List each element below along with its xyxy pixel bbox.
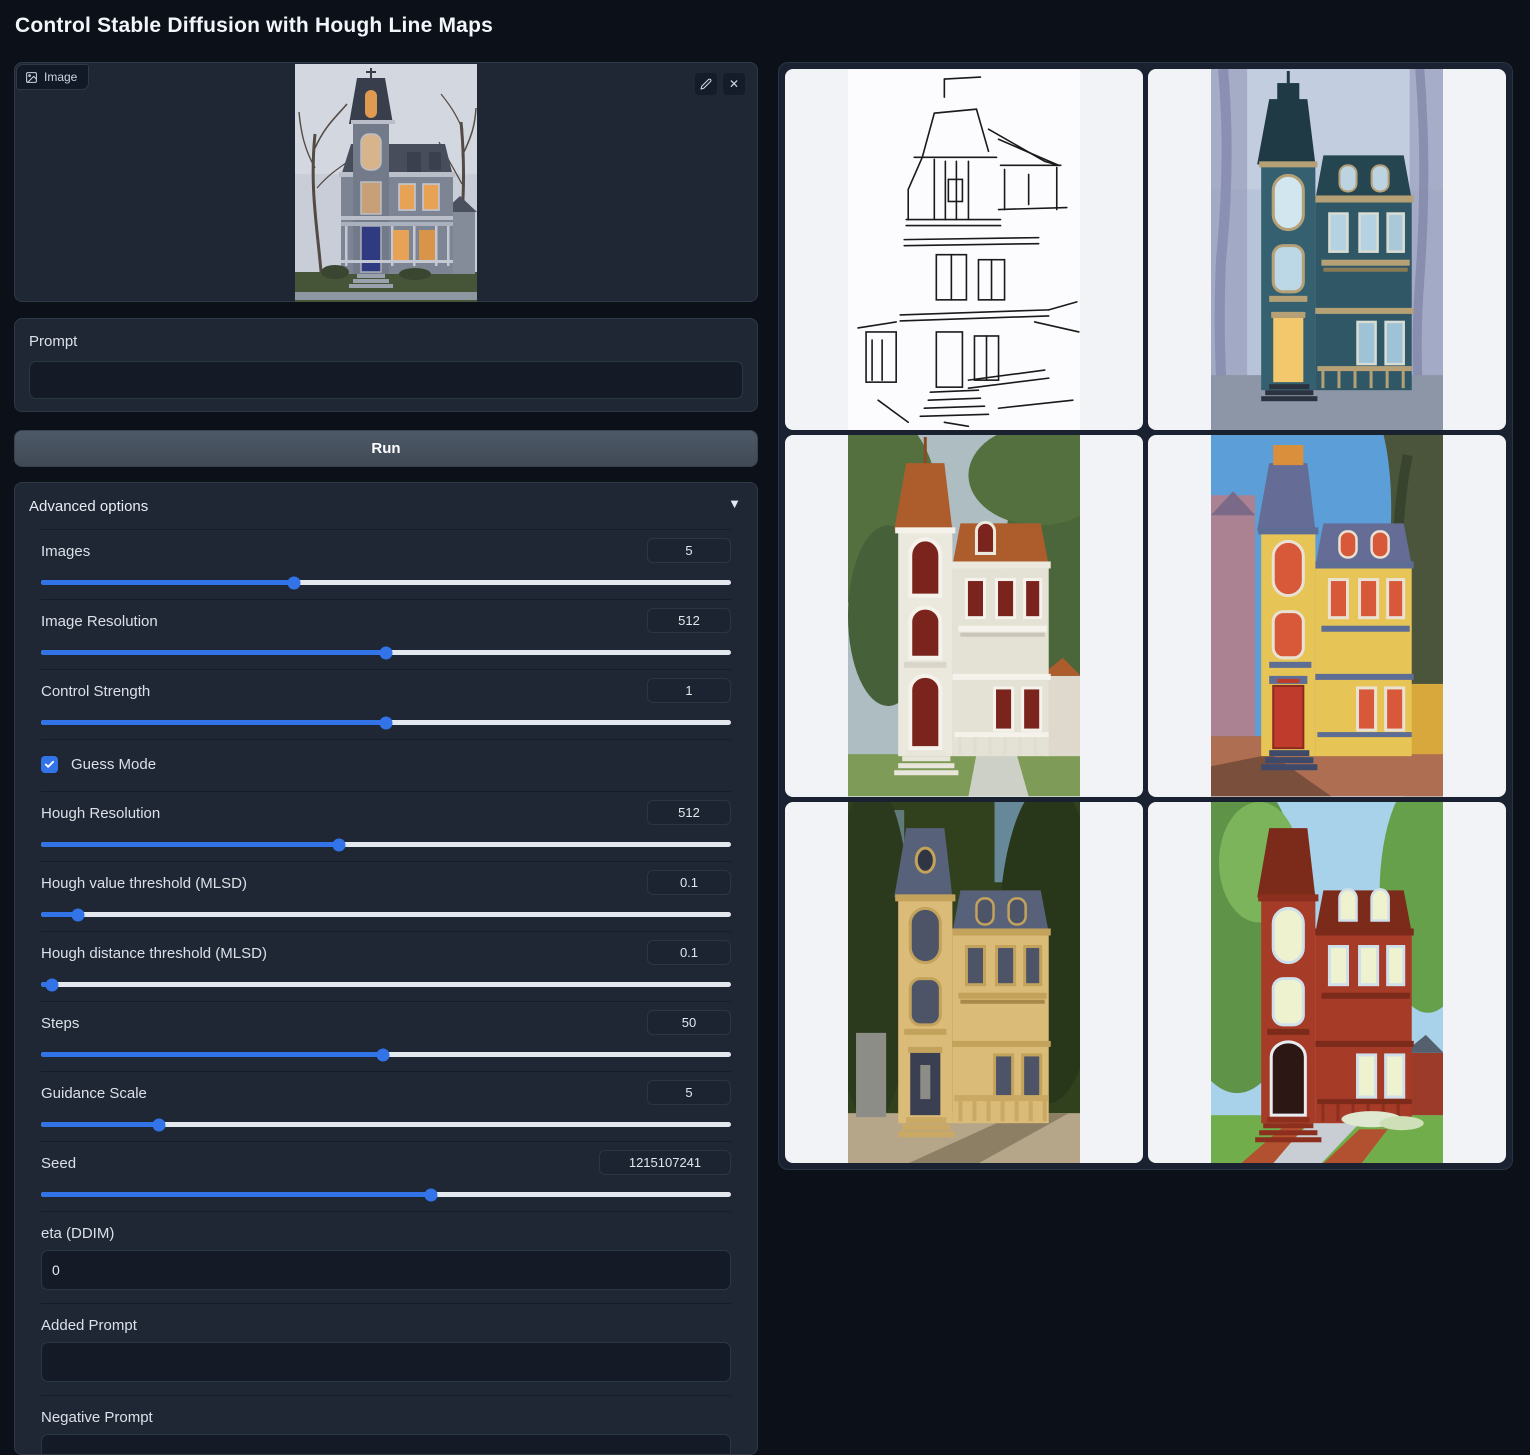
slider-guidance-scale: Guidance Scale 5: [41, 1071, 731, 1141]
slider-track[interactable]: [41, 842, 731, 847]
run-button[interactable]: Run: [14, 430, 758, 467]
guess-mode-row: Guess Mode: [41, 739, 731, 791]
slider-handle[interactable]: [380, 646, 393, 659]
slider-images: Images 5: [41, 529, 731, 599]
slider-track[interactable]: [41, 982, 731, 987]
slider-track[interactable]: [41, 650, 731, 655]
slider-label: Guidance Scale: [41, 1085, 147, 1102]
input-image-photo: [295, 64, 477, 302]
slider-track[interactable]: [41, 1122, 731, 1127]
negative-prompt-input[interactable]: [41, 1434, 731, 1455]
triangle-down-icon: ▼: [728, 496, 741, 511]
slider-label: Control Strength: [41, 683, 150, 700]
slider-handle[interactable]: [152, 1118, 165, 1131]
slider-handle[interactable]: [424, 1188, 437, 1201]
generated-image-golden-house: [848, 802, 1081, 1163]
gallery-item-generated-4[interactable]: [785, 802, 1143, 1163]
slider-image-resolution: Image Resolution 512: [41, 599, 731, 669]
slider-track[interactable]: [41, 912, 731, 917]
advanced-options-panel: Advanced options ▼ Images 5 Image Resolu…: [14, 482, 758, 1455]
slider-handle[interactable]: [288, 576, 301, 589]
generated-image-yellow-house: [1211, 435, 1444, 796]
slider-steps: Steps 50: [41, 1001, 731, 1071]
prompt-label: Prompt: [29, 333, 77, 350]
slider-label: Images: [41, 543, 90, 560]
added-prompt-row: Added Prompt: [41, 1303, 731, 1395]
gallery-item-hough-line-map[interactable]: [785, 69, 1143, 430]
slider-hough-distance-threshold: Hough distance threshold (MLSD) 0.1: [41, 931, 731, 1001]
slider-value-input[interactable]: 1: [647, 678, 731, 703]
slider-track[interactable]: [41, 1052, 731, 1057]
advanced-options-header[interactable]: Advanced options ▼: [15, 483, 757, 529]
clear-image-button[interactable]: ✕: [723, 73, 745, 95]
prompt-input[interactable]: [29, 361, 743, 399]
slider-label: Hough distance threshold (MLSD): [41, 945, 267, 962]
slider-label: Seed: [41, 1155, 76, 1172]
eta-input[interactable]: [41, 1250, 731, 1290]
negative-prompt-label: Negative Prompt: [41, 1409, 153, 1426]
gallery-item-generated-1[interactable]: [1148, 69, 1506, 430]
slider-label: Hough Resolution: [41, 805, 160, 822]
checkmark-icon: [44, 759, 55, 770]
image-icon: [25, 71, 38, 84]
slider-handle[interactable]: [380, 716, 393, 729]
added-prompt-input[interactable]: [41, 1342, 731, 1382]
slider-value-input[interactable]: 5: [647, 1080, 731, 1105]
hough-line-map-image: [848, 69, 1081, 430]
gallery-item-generated-2[interactable]: [785, 435, 1143, 796]
slider-seed: Seed 1215107241: [41, 1141, 731, 1211]
slider-track[interactable]: [41, 1192, 731, 1197]
guess-mode-checkbox[interactable]: [41, 756, 58, 773]
slider-track[interactable]: [41, 580, 731, 585]
slider-handle[interactable]: [72, 908, 85, 921]
slider-value-input[interactable]: 0.1: [647, 870, 731, 895]
slider-value-input[interactable]: 512: [647, 800, 731, 825]
slider-label: Image Resolution: [41, 613, 158, 630]
output-gallery: [778, 62, 1513, 1170]
slider-label: Hough value threshold (MLSD): [41, 875, 247, 892]
slider-handle[interactable]: [377, 1048, 390, 1061]
advanced-options-title: Advanced options: [29, 498, 148, 515]
image-input-panel: Image ✕: [14, 62, 758, 302]
negative-prompt-row: Negative Prompt: [41, 1395, 731, 1455]
slider-value-input[interactable]: 5: [647, 538, 731, 563]
slider-label: Steps: [41, 1015, 79, 1032]
edit-image-button[interactable]: [695, 73, 717, 95]
slider-value-input[interactable]: 512: [647, 608, 731, 633]
image-input-label-text: Image: [44, 70, 77, 84]
gallery-item-generated-5[interactable]: [1148, 802, 1506, 1163]
slider-hough-value-threshold: Hough value threshold (MLSD) 0.1: [41, 861, 731, 931]
generated-image-red-house: [1211, 802, 1444, 1163]
slider-hough-resolution: Hough Resolution 512: [41, 791, 731, 861]
slider-handle[interactable]: [333, 838, 346, 851]
prompt-panel: Prompt: [14, 318, 758, 412]
added-prompt-label: Added Prompt: [41, 1317, 137, 1334]
input-image[interactable]: [295, 64, 477, 302]
slider-handle[interactable]: [46, 978, 59, 991]
gallery-item-generated-3[interactable]: [1148, 435, 1506, 796]
generated-image-teal-house: [1211, 69, 1444, 430]
slider-value-input[interactable]: 1215107241: [599, 1150, 731, 1175]
slider-value-input[interactable]: 0.1: [647, 940, 731, 965]
eta-label: eta (DDIM): [41, 1225, 114, 1242]
generated-image-white-house: [848, 435, 1081, 796]
slider-control-strength: Control Strength 1: [41, 669, 731, 739]
slider-value-input[interactable]: 50: [647, 1010, 731, 1035]
page-title: Control Stable Diffusion with Hough Line…: [15, 14, 493, 38]
pencil-icon: [700, 78, 712, 90]
x-icon: ✕: [729, 77, 739, 91]
eta-row: eta (DDIM): [41, 1211, 731, 1303]
slider-track[interactable]: [41, 720, 731, 725]
image-input-label: Image: [16, 64, 89, 90]
guess-mode-label: Guess Mode: [71, 756, 156, 773]
